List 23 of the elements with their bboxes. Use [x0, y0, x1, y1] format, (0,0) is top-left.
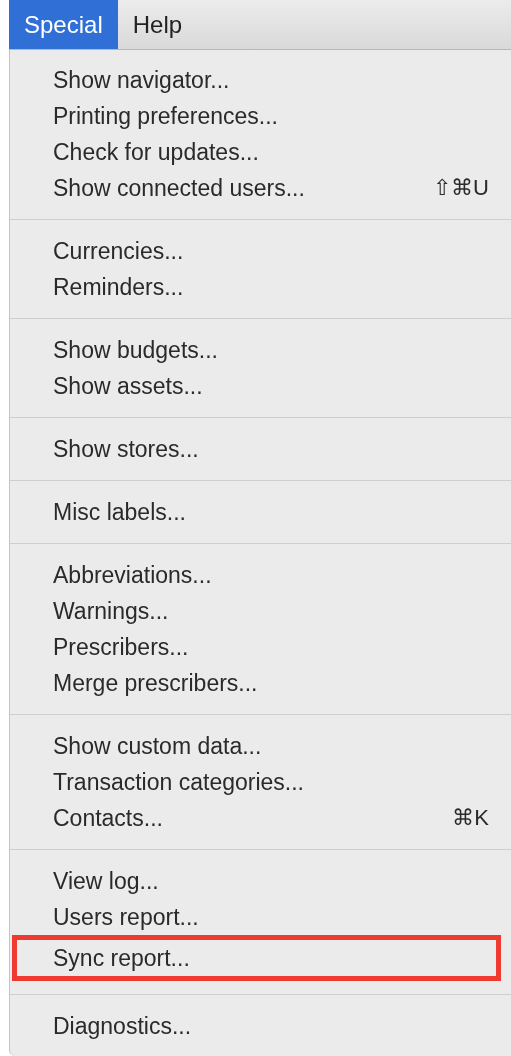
- menu-item[interactable]: Merge prescribers...: [10, 665, 511, 701]
- menu-item[interactable]: Sync report...: [12, 935, 501, 981]
- menu-item[interactable]: Currencies...: [10, 233, 511, 269]
- menu-item[interactable]: Abbreviations...: [10, 557, 511, 593]
- menu-item[interactable]: Diagnostics...: [10, 1008, 511, 1044]
- menu-item[interactable]: Check for updates...: [10, 134, 511, 170]
- menu-item[interactable]: Show budgets...: [10, 332, 511, 368]
- menu-bar-item[interactable]: Help: [117, 0, 198, 49]
- menu-item[interactable]: Show navigator...: [10, 62, 511, 98]
- menu-item[interactable]: Transaction categories...: [10, 764, 511, 800]
- menu-item[interactable]: View log...: [10, 863, 511, 899]
- menu-item[interactable]: Show assets...: [10, 368, 511, 404]
- menu-item[interactable]: Show connected users... ⇧⌘U: [10, 170, 511, 206]
- menu-item[interactable]: Warnings...: [10, 593, 511, 629]
- menu-item[interactable]: Contacts... ⌘K: [10, 800, 511, 836]
- menu-item[interactable]: Prescribers...: [10, 629, 511, 665]
- menu-bar-item[interactable]: Special: [9, 0, 118, 49]
- menu-item[interactable]: Users report...: [10, 899, 511, 935]
- menu-item[interactable]: Show stores...: [10, 431, 511, 467]
- menu-item[interactable]: Reminders...: [10, 269, 511, 305]
- menu-item[interactable]: Printing preferences...: [10, 98, 511, 134]
- menu-item[interactable]: Show custom data...: [10, 728, 511, 764]
- menu-item[interactable]: Misc labels...: [10, 494, 511, 530]
